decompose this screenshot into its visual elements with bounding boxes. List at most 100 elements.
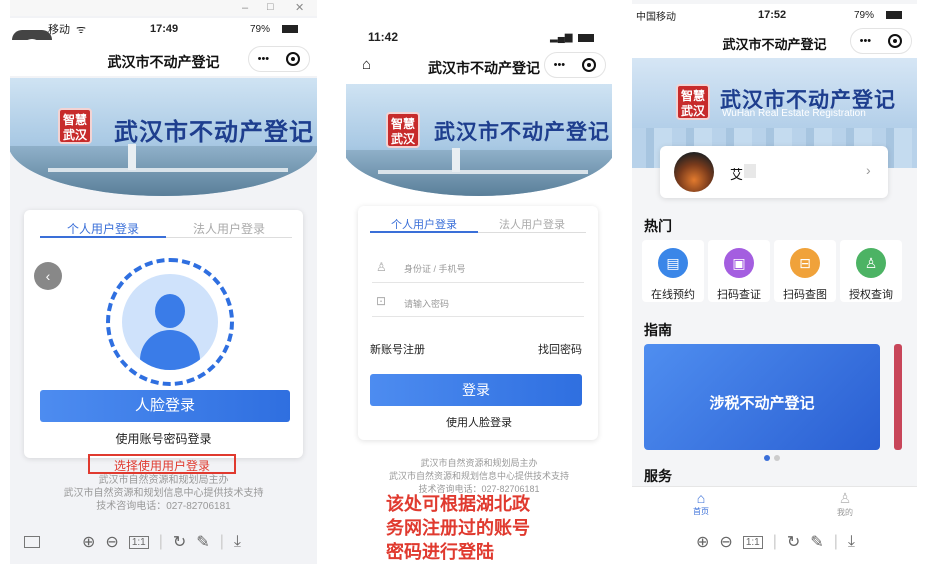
tab-legal[interactable]: 法人用户登录 [166,220,292,237]
status-bar: 移动 ︎ᯤ 17:49 79% [10,18,317,40]
status-time: 11:42 [368,30,399,44]
register-link[interactable]: 新账号注册 [370,341,425,357]
more-icon[interactable]: ••• [258,53,270,65]
battery-text: 79% [250,23,271,35]
target-icon[interactable] [582,58,597,72]
password-login-link[interactable]: 使用账号密码登录 [10,430,317,447]
actual-size-icon[interactable]: 1:1 [128,535,149,549]
password-input[interactable]: 请输入密码 [404,297,584,310]
lock-icon: ⊡ [376,294,387,308]
tab-underline [370,231,478,233]
status-bar: 11:42 ▂▄▆ [346,26,612,48]
hot-item-label: 在线预约 [651,289,695,301]
section-guide-title: 指南 [644,322,672,338]
banner-title: 武汉市不动产登记 [434,121,610,144]
guide-card[interactable]: 涉税不动产登记 [644,344,880,450]
hot-item-label: 扫码查证 [717,289,761,301]
next-guide-card[interactable] [894,344,902,450]
back-arrow-button[interactable]: ‹ [34,262,62,290]
annotation-line-3: 密码进行登陆 [386,542,494,562]
target-icon[interactable] [888,34,903,48]
banner-subtitle: WuHan Real Estate Registration [722,108,866,119]
tab-underline [40,236,166,238]
tab-home[interactable]: ⌂ 首页 [676,490,726,517]
close-icon[interactable]: ✕ [295,1,304,14]
hot-item-label: 扫码查图 [783,289,827,301]
annotation-text: 选择使用用户登录 [113,459,210,473]
guide-card-title: 涉税不动产登记 [709,395,815,412]
mini-program-capsule[interactable]: ••• [544,52,606,78]
edit-icon[interactable]: ✎ [196,532,209,552]
screenshot-panel-1: – □ ✕ 移动 ︎ᯤ 17:49 79% 武汉市不动产登记 ••• 智慧 武汉 … [10,0,317,564]
minimize-icon[interactable]: – [242,2,248,14]
calendar-icon: ▤ [658,248,688,278]
footer-line-1: 武汉市自然资源和规划局主办 [420,458,538,468]
more-icon[interactable]: ••• [860,35,872,47]
brand-logo: 智慧 武汉 [386,112,420,148]
login-button[interactable]: 登录 [370,374,582,406]
banner-title: 武汉市不动产登记 [114,119,314,146]
tower-image [452,148,460,172]
maximize-icon[interactable]: □ [267,1,274,13]
recover-password-link[interactable]: 找回密码 [538,341,582,357]
actual-size-icon[interactable]: 1:1 [742,535,763,549]
battery-icon [886,11,902,19]
more-icon[interactable]: ••• [554,59,566,71]
tab-bar [632,486,917,520]
rotate-icon[interactable]: ↻ [173,532,186,552]
chevron-right-icon[interactable]: › [866,162,871,178]
toolbar-divider: | [219,533,224,550]
hot-item-scan-map[interactable]: ⊟ 扫码查图 [774,248,836,302]
footer-line-2: 武汉市自然资源和规划信息中心提供技术支持 [63,488,264,499]
download-icon[interactable]: ⤓ [848,533,855,551]
download-icon[interactable]: ⤓ [234,533,241,551]
input-underline [372,316,584,317]
brand-logo: 智慧 武汉 [676,84,710,120]
user-icon: ♙ [376,260,387,274]
carousel-dot-active[interactable] [764,455,770,461]
annotation-line-2: 务网注册过的账号 [386,518,530,538]
user-icon: ♙ [838,490,852,506]
input-underline [372,282,584,283]
tab-personal[interactable]: 个人用户登录 [370,216,478,232]
screenshot-panel-3: 中国移动 17:52 79% 武汉市不动产登记 ••• 智慧 武汉 武汉市不动产登… [632,0,917,564]
face-login-button[interactable]: 人脸登录 [40,390,290,422]
user-name: 艾 [730,167,744,182]
viewer-toolbar: ⊕ ⊖ 1:1 | ↻ ✎ | ⤓ [24,532,241,552]
tab-home-label: 首页 [693,507,709,516]
footer-line-2: 武汉市自然资源和规划信息中心提供技术支持 [388,471,569,481]
scan-cert-icon: ▣ [724,248,754,278]
rotate-icon[interactable]: ↻ [787,532,800,552]
hot-item-online-booking[interactable]: ▤ 在线预约 [642,248,704,302]
carousel-dot[interactable] [774,455,780,461]
carrier-text: 中国移动 [636,11,676,23]
tab-personal[interactable]: 个人用户登录 [40,220,166,237]
face-login-link[interactable]: 使用人脸登录 [346,414,612,430]
battery-text: 79% [854,9,875,21]
footer-line-3: 技术咨询电话：027-82706181 [96,501,231,512]
tower-image [128,144,136,170]
hot-item-scan-cert[interactable]: ▣ 扫码查证 [708,248,770,302]
edit-icon[interactable]: ✎ [810,532,823,552]
mini-program-capsule[interactable]: ••• [248,46,310,72]
viewer-toolbar: ⊕ ⊖ 1:1 | ↻ ✎ | ⤓ [696,532,855,552]
zoom-in-icon[interactable]: ⊕ [82,532,95,552]
screenshot-panel-2: 11:42 ▂▄▆ ⌂ 武汉市不动产登记 ••• 智慧 武汉 武汉市不动产登记 个… [346,0,612,564]
name-mask [744,164,756,178]
tab-mine[interactable]: ♙ 我的 [820,490,870,518]
layout-icon[interactable] [24,536,40,548]
id-input[interactable]: 身份证 / 手机号 [404,262,584,275]
target-icon[interactable] [286,52,301,66]
bridge-image [378,170,588,174]
zoom-in-icon[interactable]: ⊕ [696,532,709,552]
battery-icon [282,25,298,33]
zoom-out-icon[interactable]: ⊖ [105,532,118,552]
avatar [674,152,714,192]
person-icon: ♙ [856,248,886,278]
tab-divider [478,232,586,233]
hot-item-auth-query[interactable]: ♙ 授权查询 [840,248,902,302]
zoom-out-icon[interactable]: ⊖ [719,532,732,552]
status-bar: 中国移动 17:52 79% [632,4,917,26]
tab-legal[interactable]: 法人用户登录 [478,216,586,232]
mini-program-capsule[interactable]: ••• [850,28,912,54]
